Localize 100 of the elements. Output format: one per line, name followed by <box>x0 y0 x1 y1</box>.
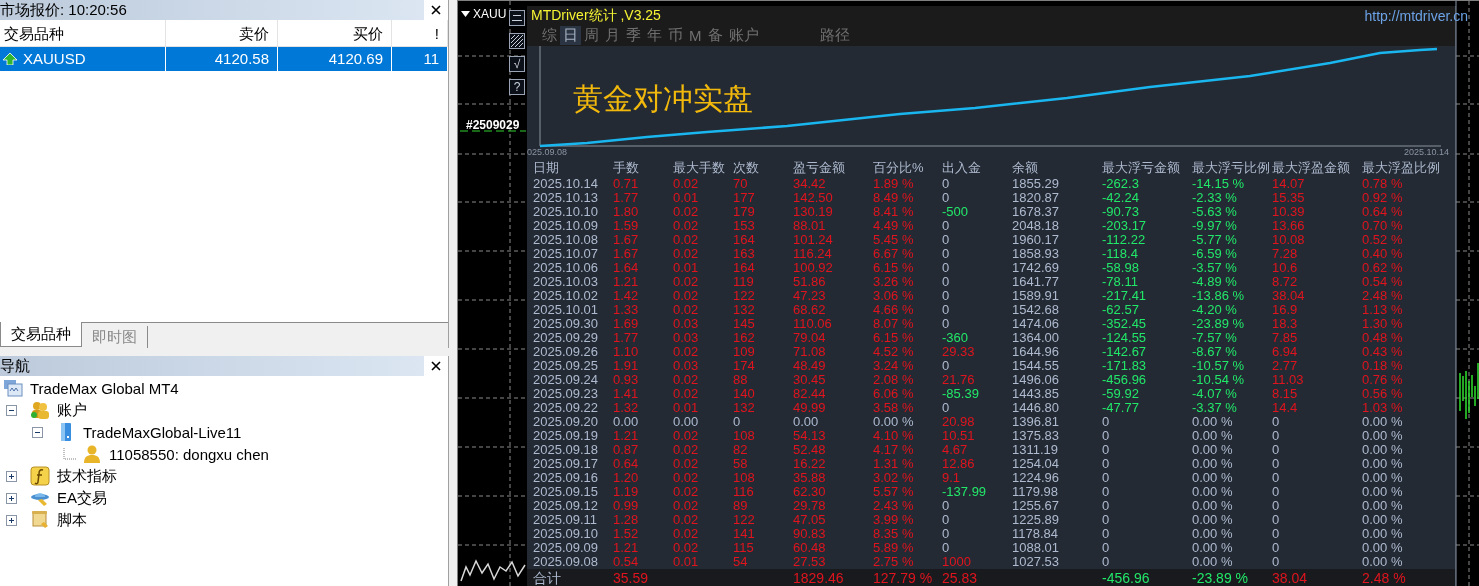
table-cell-text: -90.73 <box>1102 205 1140 219</box>
table-cell-text: 1375.83 <box>1012 429 1060 443</box>
table-cell-text: 10.6 <box>1272 261 1299 275</box>
period-tab[interactable]: 路径 <box>816 26 853 45</box>
table-cell-text: 35.88 <box>793 471 827 485</box>
chart-tool-button[interactable] <box>509 33 525 49</box>
table-cell-text: 82 <box>733 443 749 457</box>
chart-tool-button[interactable] <box>509 10 525 26</box>
close-icon <box>431 361 441 371</box>
tree-item[interactable]: 脚本 <box>57 510 87 530</box>
table-cell-text: 58 <box>733 457 749 471</box>
period-tab[interactable]: 综 <box>539 26 560 45</box>
website-link[interactable]: http://mtdriver.cn <box>1364 8 1468 24</box>
table-cell-text: 0.48 % <box>1362 331 1404 345</box>
table-cell-text: 108 <box>733 429 756 443</box>
plus-box-icon[interactable] <box>6 492 17 504</box>
table-cell-text: 2048.18 <box>1012 219 1060 233</box>
table-cell-text: 51.86 <box>793 275 827 289</box>
minus-box-icon[interactable] <box>32 426 43 438</box>
tree-item[interactable]: TradeMax Global MT4 <box>30 379 179 397</box>
table-cell-text: 0 <box>1272 443 1281 457</box>
table-cell-text: 0 <box>733 415 742 429</box>
table-cell-text: -360 <box>942 331 970 345</box>
period-tab[interactable]: 周 <box>581 26 602 45</box>
table-cell-text: 0.02 <box>673 177 700 191</box>
minus-box-icon[interactable] <box>6 404 17 416</box>
table-cell-text: 1.20 <box>613 471 640 485</box>
table-cell-text: 2.48 % <box>1362 289 1404 303</box>
table-cell-text: 115 <box>733 541 755 555</box>
table-cell-text: 71.08 <box>793 345 827 359</box>
table-cell-text: 8.07 % <box>873 317 915 331</box>
chart-tool-button[interactable]: √ <box>509 56 525 72</box>
table-cell-text: 0.00 % <box>1192 499 1234 513</box>
close-icon <box>431 5 441 15</box>
table-cell-text: -42.24 <box>1102 191 1140 205</box>
table-cell-text: 0.02 <box>673 289 700 303</box>
table-cell-text: 0 <box>1102 527 1111 541</box>
period-tab[interactable]: 月 <box>602 26 623 45</box>
period-tab[interactable]: 账户 <box>725 26 762 45</box>
table-cell-text: 0.99 <box>613 499 640 513</box>
table-cell-text: 7.85 <box>1272 331 1299 345</box>
period-tab[interactable]: 季 <box>623 26 644 45</box>
table-cell-text: 11.03 <box>1272 373 1305 387</box>
table-cell-text: 132 <box>733 303 756 317</box>
chart-tool-button[interactable]: ? <box>509 79 525 95</box>
table-cell-text: 1.67 <box>613 233 640 247</box>
table-cell-text: 0 <box>1272 513 1281 527</box>
table-cell-text: 0.70 % <box>1362 219 1404 233</box>
table-cell-text: 145 <box>733 317 756 331</box>
up-arrow-icon <box>3 53 17 65</box>
date-cell-text: 2025.10.07 <box>533 247 600 261</box>
tree-item[interactable]: EA交易 <box>57 488 107 508</box>
table-cell-text: 6.94 <box>1272 345 1299 359</box>
table-cell-text: 4.10 % <box>873 429 915 443</box>
table-cell-text: 0 <box>1272 457 1281 471</box>
plus-box-icon[interactable] <box>6 514 17 526</box>
table-cell-text: 153 <box>733 219 756 233</box>
table-cell-text: 0 <box>1102 485 1111 499</box>
table-cell-text: -78.11 <box>1102 275 1139 289</box>
table-cell-text: 4.67 <box>942 443 969 457</box>
tree-item[interactable]: 11058550: dongxu chen <box>109 445 269 463</box>
plus-box-icon[interactable] <box>6 470 17 482</box>
table-cell-text: 0.01 <box>673 191 700 205</box>
tree-item[interactable]: 账户 <box>57 400 87 420</box>
symbol-cell[interactable]: XAUUSD <box>0 47 166 71</box>
table-cell-text: 109 <box>733 345 756 359</box>
tree-item[interactable]: 技术指标 <box>57 466 117 486</box>
function-icon <box>30 466 50 486</box>
period-tab[interactable]: 币 <box>665 26 686 45</box>
table-cell-text: 8.49 % <box>873 191 915 205</box>
column-header: 盈亏金额 <box>793 159 846 177</box>
period-tab[interactable]: 备 <box>704 26 726 45</box>
dropdown-triangle-icon[interactable] <box>461 11 470 17</box>
panel-tab[interactable]: 交易品种 <box>0 322 82 347</box>
people-icon <box>30 400 50 420</box>
table-cell-text: -352.45 <box>1102 317 1148 331</box>
table-cell-text: 1.21 <box>613 429 640 443</box>
table-cell-text: 1255.67 <box>1012 499 1060 513</box>
table-cell-text: 1474.06 <box>1012 317 1060 331</box>
table-cell-text: 1.59 <box>613 219 640 233</box>
table-cell-text: 6.67 % <box>873 247 915 261</box>
table-cell-text: 1641.77 <box>1012 275 1060 289</box>
period-tab[interactable]: 日 <box>560 26 581 45</box>
tree-item[interactable]: TradeMaxGlobal-Live11 <box>83 423 242 441</box>
date-cell-text: 2025.10.08 <box>533 233 600 247</box>
table-cell-text: 140 <box>733 387 756 401</box>
table-cell-text: 0.02 <box>673 345 700 359</box>
table-cell-text: -5.77 % <box>1192 233 1238 247</box>
monitor-icon <box>3 378 23 398</box>
table-cell-text: 0 <box>942 303 951 317</box>
date-cell-text: 2025.10.03 <box>533 275 600 289</box>
table-cell-text: -5.63 % <box>1192 205 1238 219</box>
table-cell-text: 5.89 % <box>873 541 915 555</box>
total-cell-text: -23.89 % <box>1192 569 1250 586</box>
date-cell-text: 2025.09.25 <box>533 359 600 373</box>
axis-date: 2025.10.14 <box>1404 147 1450 157</box>
table-cell-text: 1.21 <box>613 541 640 555</box>
table-cell-text: 4.66 % <box>873 303 915 317</box>
scroll-icon <box>30 510 50 530</box>
table-cell-text: 0.56 % <box>1362 387 1404 401</box>
